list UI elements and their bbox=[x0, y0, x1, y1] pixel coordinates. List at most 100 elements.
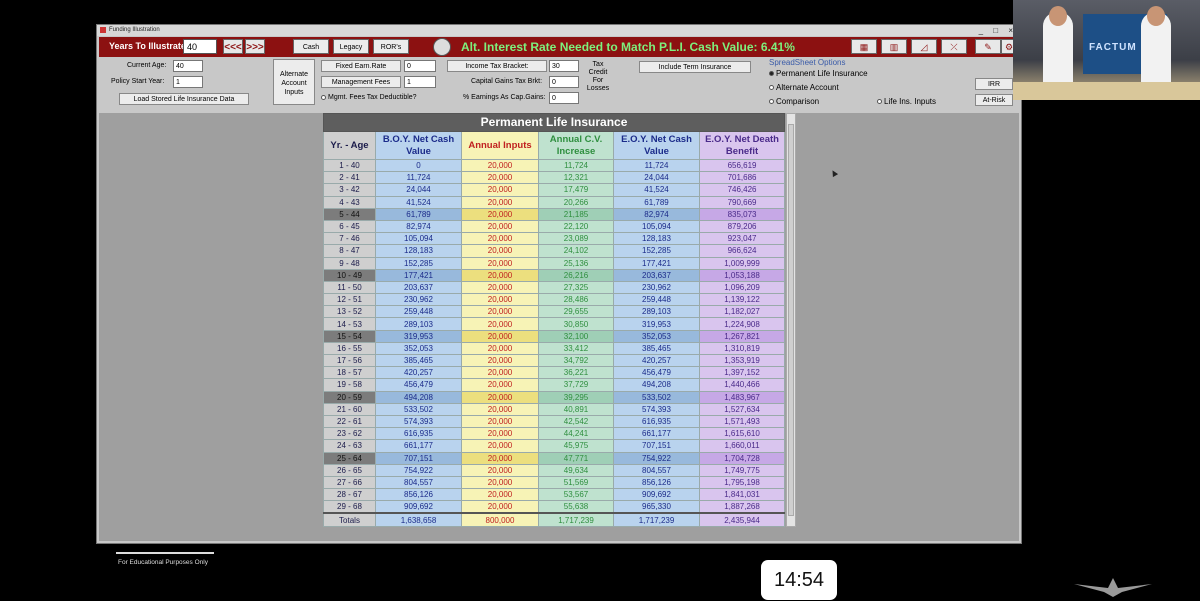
radio-selected-icon[interactable] bbox=[769, 71, 774, 77]
cell-col-eoy-cash-value: 352,053 bbox=[613, 329, 700, 343]
cell-col-boy-cash-value: 707,151 bbox=[375, 451, 462, 465]
cell-col-boy-cash-value: 319,953 bbox=[375, 329, 462, 343]
cell-col-annual-inputs: 20,000 bbox=[461, 463, 539, 477]
cell-col-eoy-cash-value: 41,524 bbox=[613, 183, 700, 197]
option-permanent-life[interactable]: Permanent Life Insurance bbox=[769, 69, 868, 78]
cell-col-annual-cv-increase: 22,120 bbox=[538, 219, 614, 234]
cell-col-yr-age: 23 - 62 bbox=[323, 427, 376, 441]
cell-col-yr-age: 20 - 59 bbox=[323, 390, 376, 404]
include-term-insurance-button[interactable]: Include Term Insurance bbox=[639, 61, 751, 73]
cell-col-eoy-death-benefit: 1,571,493 bbox=[698, 414, 786, 429]
management-fees-button[interactable]: Management Fees bbox=[321, 76, 401, 88]
earnings-cap-gains-input[interactable]: 0 bbox=[549, 92, 579, 104]
cell-col-eoy-cash-value: 494,208 bbox=[613, 378, 700, 392]
cell-col-boy-cash-value: 259,448 bbox=[375, 305, 462, 319]
cell-col-eoy-cash-value: 804,557 bbox=[613, 463, 700, 477]
cell-col-eoy-cash-value: 11,724 bbox=[613, 158, 700, 173]
table-scrollbar[interactable] bbox=[786, 113, 796, 527]
window-controls[interactable]: _ □ × bbox=[979, 25, 1017, 36]
table-row: 19 - 58 456,479 20,000 37,729 494,208 1,440,4… bbox=[323, 378, 786, 392]
cell-col-boy-cash-value: 61,789 bbox=[375, 207, 462, 221]
top-toolbar: Years To Illustrate: 40 <<< >>> Cash Leg… bbox=[99, 37, 1019, 57]
income-tax-bracket-input[interactable]: 30 bbox=[549, 60, 579, 72]
cell-col-eoy-death-benefit: 1,660,011 bbox=[698, 439, 786, 453]
table-view-icon[interactable]: ▦ bbox=[851, 39, 877, 54]
total-col-annual-cv-increase: 1,717,239 bbox=[538, 512, 614, 527]
total-col-eoy-death-benefit: 2,435,944 bbox=[698, 512, 786, 527]
cell-col-eoy-cash-value: 707,151 bbox=[613, 439, 700, 453]
bar-chart-icon[interactable]: ▥ bbox=[881, 39, 907, 54]
total-col-eoy-cash-value: 1,717,239 bbox=[613, 512, 700, 527]
option-alternate-account[interactable]: Alternate Account bbox=[769, 83, 839, 92]
table-row: 20 - 59 494,208 20,000 39,295 533,502 1,483,9… bbox=[323, 390, 786, 404]
cell-col-eoy-death-benefit: 1,053,188 bbox=[698, 268, 786, 282]
at-risk-button[interactable]: At-Risk bbox=[975, 94, 1013, 106]
cell-col-yr-age: 9 - 48 bbox=[323, 256, 376, 270]
years-to-illustrate-label: Years To Illustrate: bbox=[109, 41, 189, 51]
radio-icon[interactable] bbox=[877, 99, 882, 105]
cell-col-eoy-death-benefit: 1,009,999 bbox=[698, 256, 786, 270]
fixed-earn-rate-button[interactable]: Fixed Earn.Rate bbox=[321, 60, 401, 72]
next-years-button[interactable]: >>> bbox=[245, 39, 265, 54]
mgmt-fees-tax-checkbox[interactable]: Mgmt. Fees Tax Deductible? bbox=[321, 94, 417, 101]
cell-col-annual-cv-increase: 20,266 bbox=[538, 195, 614, 209]
option-life-ins-inputs[interactable]: Life Ins. Inputs bbox=[877, 97, 936, 106]
load-stored-data-button[interactable]: Load Stored Life Insurance Data bbox=[119, 93, 249, 105]
area-chart-icon[interactable]: ◿ bbox=[911, 39, 937, 54]
current-age-input[interactable]: 40 bbox=[173, 60, 203, 72]
presenter-left-head bbox=[1049, 6, 1067, 26]
cell-col-annual-cv-increase: 53,567 bbox=[538, 488, 614, 502]
window-titlebar: Funding Illustration _ □ × bbox=[97, 25, 1021, 36]
alternate-account-inputs-button[interactable]: Alternate Account Inputs bbox=[273, 59, 315, 105]
webcam-brand-text: FACTUM bbox=[1089, 42, 1137, 53]
scrollbar-thumb[interactable] bbox=[788, 124, 794, 516]
table-row: 25 - 64 707,151 20,000 47,771 754,922 1,704,7… bbox=[323, 451, 786, 465]
cell-col-annual-inputs: 20,000 bbox=[461, 158, 539, 173]
cell-col-annual-inputs: 20,000 bbox=[461, 268, 539, 282]
option-life-ins-inputs-label: Life Ins. Inputs bbox=[884, 97, 937, 106]
tools-icon[interactable]: ✎ bbox=[975, 39, 1001, 54]
cell-col-annual-inputs: 20,000 bbox=[461, 439, 539, 453]
header-col-yr-age: Yr. - Age bbox=[323, 131, 376, 160]
years-to-illustrate-input[interactable]: 40 bbox=[183, 39, 217, 54]
cell-col-annual-cv-increase: 45,975 bbox=[538, 439, 614, 453]
table-row: 26 - 65 754,922 20,000 49,634 804,557 1,749,7… bbox=[323, 463, 786, 477]
fixed-earn-rate-input[interactable]: 0 bbox=[404, 60, 436, 72]
cell-col-eoy-cash-value: 420,257 bbox=[613, 353, 700, 368]
cell-col-boy-cash-value: 494,208 bbox=[375, 390, 462, 404]
cell-col-eoy-death-benefit: 835,073 bbox=[698, 207, 786, 221]
cell-col-eoy-death-benefit: 1,887,268 bbox=[698, 500, 786, 514]
option-comparison[interactable]: Comparison bbox=[769, 97, 819, 106]
cell-col-annual-inputs: 20,000 bbox=[461, 390, 539, 404]
total-col-boy-cash-value: 1,638,658 bbox=[375, 512, 462, 527]
gauge-icon[interactable] bbox=[433, 38, 451, 56]
rors-button[interactable]: ROR's bbox=[373, 39, 409, 54]
checkbox-icon[interactable] bbox=[321, 94, 326, 100]
cell-col-boy-cash-value: 0 bbox=[375, 158, 462, 173]
video-frame: Funding Illustration _ □ × Years To Illu… bbox=[0, 0, 1200, 601]
cell-col-annual-inputs: 20,000 bbox=[461, 427, 539, 441]
cell-col-yr-age: 17 - 56 bbox=[323, 353, 376, 368]
table-row: 2 - 41 11,724 20,000 12,321 24,044 701,686 bbox=[323, 171, 786, 185]
radio-icon[interactable] bbox=[769, 99, 774, 105]
management-fees-input[interactable]: 1 bbox=[404, 76, 436, 88]
cell-col-boy-cash-value: 574,393 bbox=[375, 414, 462, 429]
capital-gains-input[interactable]: 0 bbox=[549, 76, 579, 88]
table-row: 22 - 61 574,393 20,000 42,542 616,935 1,571,4… bbox=[323, 414, 786, 429]
line-chart-icon[interactable]: ⤫ bbox=[941, 39, 967, 54]
cell-col-yr-age: 29 - 68 bbox=[323, 500, 376, 514]
income-tax-bracket-button[interactable]: Income Tax Bracket: bbox=[447, 60, 547, 72]
cell-col-boy-cash-value: 754,922 bbox=[375, 463, 462, 477]
cell-col-annual-cv-increase: 26,216 bbox=[538, 268, 614, 282]
irr-button[interactable]: IRR bbox=[975, 78, 1013, 90]
radio-icon[interactable] bbox=[769, 85, 774, 91]
cell-col-yr-age: 3 - 42 bbox=[323, 183, 376, 197]
cash-button[interactable]: Cash bbox=[293, 39, 329, 54]
prev-years-button[interactable]: <<< bbox=[223, 39, 243, 54]
policy-start-input[interactable]: 1 bbox=[173, 76, 203, 88]
cell-col-eoy-death-benefit: 1,397,152 bbox=[698, 366, 786, 380]
cell-col-eoy-death-benefit: 1,704,728 bbox=[698, 451, 786, 465]
legacy-button[interactable]: Legacy bbox=[333, 39, 369, 54]
cell-col-eoy-death-benefit: 1,795,198 bbox=[698, 475, 786, 490]
cell-col-annual-cv-increase: 29,655 bbox=[538, 305, 614, 319]
